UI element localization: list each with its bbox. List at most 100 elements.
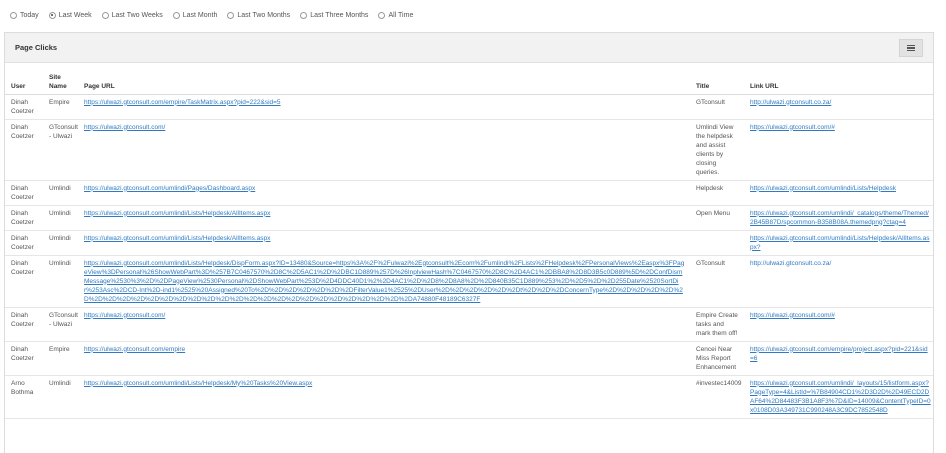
cell-title: Empire Create tasks and mark them off! bbox=[690, 307, 744, 342]
radio-icon[interactable] bbox=[300, 11, 308, 19]
cell-site-name: Umlindi bbox=[43, 255, 78, 308]
table-row: Dinah Coetzer Umlindi https://ulwazi.gtc… bbox=[5, 255, 933, 308]
date-range-filter: Today Last Week Last Two Weeks Last Mont… bbox=[10, 9, 413, 21]
filter-last-week[interactable]: Last Week bbox=[48, 11, 92, 19]
cell-user: Dinah Coetzer bbox=[5, 230, 43, 256]
page-url-link[interactable]: https://ulwazi.gtconsult.com/ bbox=[84, 124, 165, 131]
page-clicks-panel: Page Clicks User Site Name Page URL Titl… bbox=[4, 32, 934, 453]
radio-icon[interactable] bbox=[101, 11, 109, 19]
cell-page-url: https://ulwazi.gtconsult.com/ bbox=[78, 307, 690, 342]
cell-user: Dinah Coetzer bbox=[5, 307, 43, 342]
link-url-link[interactable]: https://ulwazi.gtconsult.com/umlindi/_la… bbox=[750, 380, 931, 414]
page-url-link[interactable]: https://ulwazi.gtconsult.com/empire/Task… bbox=[84, 99, 281, 106]
column-header-page-url[interactable]: Page URL bbox=[78, 63, 690, 95]
table-row: Dinah Coetzer Umlindi https://ulwazi.gtc… bbox=[5, 180, 933, 206]
cell-site-name: Umlindi bbox=[43, 375, 78, 419]
cell-link-url: https://ulwazi.gtconsult.com/umlindi/Lis… bbox=[744, 180, 933, 206]
cell-user: Dinah Coetzer bbox=[5, 341, 43, 376]
cell-page-url: https://ulwazi.gtconsult.com/umlindi/Lis… bbox=[78, 230, 690, 256]
cell-title: GTconsult bbox=[690, 94, 744, 120]
link-url-link[interactable]: https://ulwazi.gtconsult.com/umlindi/Lis… bbox=[750, 235, 930, 251]
cell-link-url: https://ulwazi.gtconsult.com/empire/proj… bbox=[744, 341, 933, 376]
table-header-row: User Site Name Page URL Title Link URL bbox=[5, 63, 933, 95]
page-url-link[interactable]: https://ulwazi.gtconsult.com/empire bbox=[84, 346, 185, 353]
cell-title: Umlindi View the helpdesk and assist cli… bbox=[690, 119, 744, 181]
table-row: Dinah Coetzer Empire https://ulwazi.gtco… bbox=[5, 341, 933, 376]
cell-page-url: https://ulwazi.gtconsult.com/umlindi/Lis… bbox=[78, 205, 690, 231]
page-url-link[interactable]: https://ulwazi.gtconsult.com/umlindi/Lis… bbox=[84, 210, 270, 217]
table-row: Dinah Coetzer GTconsult - Ulwazi https:/… bbox=[5, 307, 933, 342]
filter-label: Today bbox=[20, 11, 39, 19]
panel-title: Page Clicks bbox=[15, 43, 58, 52]
cell-page-url: https://ulwazi.gtconsult.com/ bbox=[78, 119, 690, 181]
column-header-title[interactable]: Title bbox=[690, 63, 744, 95]
cell-link-url: https://ulwazi.gtconsult.com/umlindi/_ca… bbox=[744, 205, 933, 231]
column-header-user[interactable]: User bbox=[5, 63, 43, 95]
radio-icon[interactable] bbox=[378, 11, 386, 19]
table-row: Dinah Coetzer Umlindi https://ulwazi.gtc… bbox=[5, 205, 933, 231]
link-url-link[interactable]: http://ulwazi.gtconsult.co.za/ bbox=[750, 99, 831, 106]
filter-all-time[interactable]: All Time bbox=[378, 11, 414, 19]
cell-site-name: GTconsult - Ulwazi bbox=[43, 307, 78, 342]
column-header-site-name[interactable]: Site Name bbox=[43, 63, 78, 95]
radio-icon[interactable] bbox=[172, 11, 180, 19]
page-url-link[interactable]: https://ulwazi.gtconsult.com/umlindi/Lis… bbox=[84, 260, 684, 303]
column-header-link-url[interactable]: Link URL bbox=[744, 63, 933, 95]
link-url-link[interactable]: https://ulwazi.gtconsult.com/umlindi/_ca… bbox=[750, 210, 929, 226]
cell-site-name: Empire bbox=[43, 94, 78, 120]
cell-page-url: https://ulwazi.gtconsult.com/umlindi/Lis… bbox=[78, 255, 690, 308]
cell-site-name: Empire bbox=[43, 341, 78, 376]
page-url-link[interactable]: https://ulwazi.gtconsult.com/umlindi/Lis… bbox=[84, 380, 312, 387]
page-url-link[interactable]: https://ulwazi.gtconsult.com/umlindi/Pag… bbox=[84, 185, 255, 192]
cell-title: Cencei Near Miss Report Enhancement bbox=[690, 341, 744, 376]
link-url-link[interactable]: https://ulwazi.gtconsult.com/umlindi/Lis… bbox=[750, 185, 896, 192]
radio-icon[interactable] bbox=[10, 11, 17, 19]
list-icon[interactable] bbox=[899, 39, 923, 57]
filter-label: Last Three Months bbox=[310, 11, 369, 19]
cell-title bbox=[690, 230, 744, 256]
table-row: Dinah Coetzer GTconsult - Ulwazi https:/… bbox=[5, 119, 933, 181]
cell-link-url: https://ulwazi.gtconsult.com/# bbox=[744, 307, 933, 342]
table-row: Arno Bothma Umlindi https://ulwazi.gtcon… bbox=[5, 375, 933, 419]
table-row: Dinah Coetzer Umlindi https://ulwazi.gtc… bbox=[5, 230, 933, 256]
cell-page-url: https://ulwazi.gtconsult.com/umlindi/Pag… bbox=[78, 180, 690, 206]
filter-last-two-weeks[interactable]: Last Two Weeks bbox=[101, 11, 163, 19]
filter-label: All Time bbox=[388, 11, 414, 19]
table-row: Dinah Coetzer Empire https://ulwazi.gtco… bbox=[5, 94, 933, 120]
cell-site-name: GTconsult - Ulwazi bbox=[43, 119, 78, 181]
cell-link-url: http://ulwazi.gtconsult.co.za/ bbox=[744, 255, 933, 308]
filter-label: Last Week bbox=[58, 11, 92, 19]
cell-title: Helpdesk bbox=[690, 180, 744, 206]
link-url-link[interactable]: http://ulwazi.gtconsult.co.za/ bbox=[750, 260, 831, 267]
cell-link-url: https://ulwazi.gtconsult.com/umlindi/_la… bbox=[744, 375, 933, 419]
cell-user: Arno Bothma bbox=[5, 375, 43, 419]
cell-link-url: http://ulwazi.gtconsult.co.za/ bbox=[744, 94, 933, 120]
filter-today[interactable]: Today bbox=[10, 11, 39, 19]
filter-last-month[interactable]: Last Month bbox=[172, 11, 218, 19]
cell-user: Dinah Coetzer bbox=[5, 205, 43, 231]
cell-title: Open Menu bbox=[690, 205, 744, 231]
cell-page-url: https://ulwazi.gtconsult.com/empire/Task… bbox=[78, 94, 690, 120]
radio-checked-icon[interactable] bbox=[48, 11, 56, 19]
cell-link-url: https://ulwazi.gtconsult.com/# bbox=[744, 119, 933, 181]
page-url-link[interactable]: https://ulwazi.gtconsult.com/umlindi/Lis… bbox=[84, 235, 270, 242]
page-clicks-table: User Site Name Page URL Title Link URL D… bbox=[5, 63, 933, 419]
radio-icon[interactable] bbox=[227, 11, 235, 19]
cell-page-url: https://ulwazi.gtconsult.com/empire bbox=[78, 341, 690, 376]
cell-site-name: Umlindi bbox=[43, 205, 78, 231]
link-url-link[interactable]: https://ulwazi.gtconsult.com/empire/proj… bbox=[750, 346, 928, 362]
filter-label: Last Two Weeks bbox=[111, 11, 163, 19]
cell-site-name: Umlindi bbox=[43, 230, 78, 256]
link-url-link[interactable]: https://ulwazi.gtconsult.com/# bbox=[750, 124, 835, 131]
cell-page-url: https://ulwazi.gtconsult.com/umlindi/Lis… bbox=[78, 375, 690, 419]
filter-last-three-months[interactable]: Last Three Months bbox=[300, 11, 369, 19]
link-url-link[interactable]: https://ulwazi.gtconsult.com/# bbox=[750, 312, 835, 319]
page-url-link[interactable]: https://ulwazi.gtconsult.com/ bbox=[84, 312, 165, 319]
filter-last-two-months[interactable]: Last Two Months bbox=[227, 11, 290, 19]
cell-title: GTconsult bbox=[690, 255, 744, 308]
panel-header: Page Clicks bbox=[5, 33, 933, 63]
filter-label: Last Month bbox=[182, 11, 218, 19]
cell-user: Dinah Coetzer bbox=[5, 119, 43, 181]
cell-user: Dinah Coetzer bbox=[5, 180, 43, 206]
cell-site-name: Umlindi bbox=[43, 180, 78, 206]
